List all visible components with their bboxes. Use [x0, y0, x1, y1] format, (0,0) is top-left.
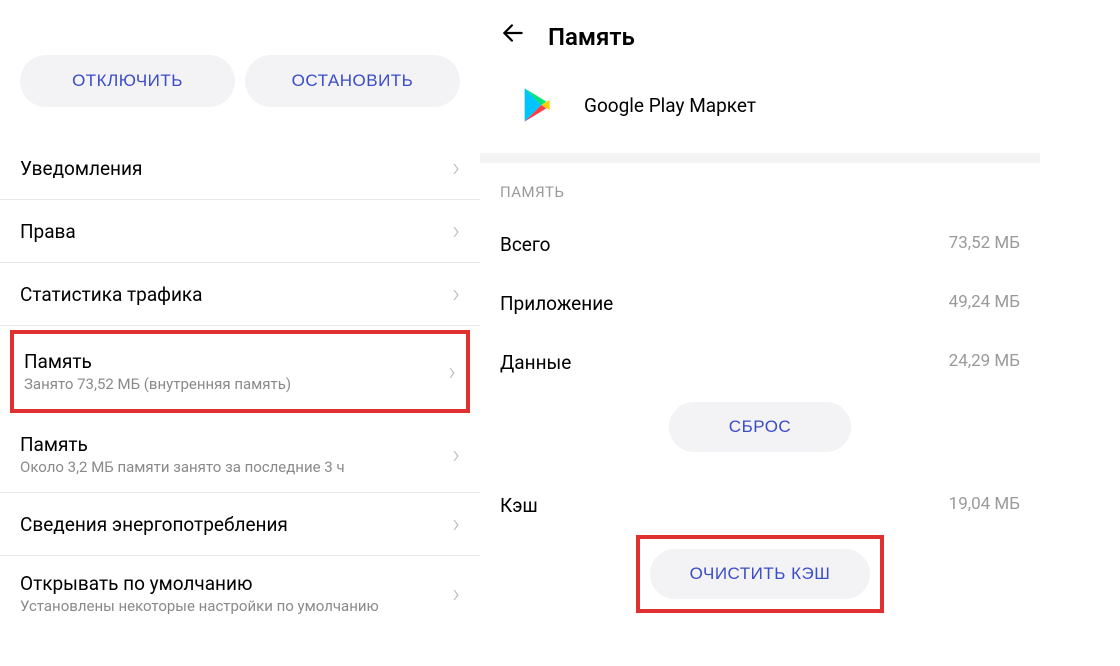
google-play-icon [518, 85, 558, 125]
data-row: Данные 24,29 МБ [500, 333, 1020, 392]
item-subtitle: Около 3,2 МБ памяти занято за последние … [20, 458, 452, 476]
reset-button[interactable]: СБРОС [669, 402, 851, 452]
app-info-panel: ОТКЛЮЧИТЬ ОСТАНОВИТЬ Уведомления › Права… [0, 0, 480, 666]
permissions-item[interactable]: Права › [0, 200, 480, 263]
row-key: Кэш [500, 494, 538, 517]
app-size-row: Приложение 49,24 МБ [500, 274, 1020, 333]
item-subtitle: Занято 73,52 МБ (внутренняя память) [24, 375, 448, 393]
reset-button-wrap: СБРОС [500, 392, 1020, 476]
item-title: Открывать по умолчанию [20, 572, 452, 595]
chevron-right-icon: › [452, 216, 460, 246]
row-value: 24,29 МБ [949, 351, 1020, 374]
disable-button[interactable]: ОТКЛЮЧИТЬ [20, 55, 235, 107]
total-row: Всего 73,52 МБ [500, 215, 1020, 274]
memory-item[interactable]: Память Около 3,2 МБ памяти занято за пос… [0, 417, 480, 493]
item-title: Память [20, 433, 452, 456]
section-divider [480, 153, 1040, 163]
item-title: Права [20, 220, 452, 243]
clear-cache-highlight: ОЧИСТИТЬ КЭШ [636, 535, 885, 613]
open-by-default-item[interactable]: Открывать по умолчанию Установлены некот… [0, 556, 480, 631]
back-arrow-icon[interactable] [500, 20, 526, 53]
stop-button[interactable]: ОСТАНОВИТЬ [245, 55, 460, 107]
section-label: ПАМЯТЬ [500, 173, 1020, 215]
page-title: Память [548, 23, 635, 51]
row-value: 19,04 МБ [949, 494, 1020, 517]
storage-item-highlight: Память Занято 73,52 МБ (внутренняя памят… [10, 330, 470, 413]
row-value: 73,52 МБ [949, 233, 1020, 256]
header-bar: Память [500, 0, 1020, 77]
app-row: Google Play Маркет [500, 77, 1020, 153]
action-buttons-row: ОТКЛЮЧИТЬ ОСТАНОВИТЬ [0, 0, 480, 137]
row-key: Приложение [500, 292, 613, 315]
row-key: Всего [500, 233, 551, 256]
item-title: Сведения энергопотребления [20, 513, 452, 536]
notifications-item[interactable]: Уведомления › [0, 137, 480, 200]
chevron-right-icon: › [448, 357, 456, 387]
storage-item[interactable]: Память Занято 73,52 МБ (внутренняя памят… [14, 334, 466, 409]
cache-row: Кэш 19,04 МБ [500, 476, 1020, 535]
item-title: Уведомления [20, 157, 452, 180]
chevron-right-icon: › [452, 440, 460, 470]
chevron-right-icon: › [452, 509, 460, 539]
chevron-right-icon: › [452, 153, 460, 183]
row-key: Данные [500, 351, 571, 374]
item-title: Память [24, 350, 448, 373]
item-title: Статистика трафика [20, 283, 452, 306]
chevron-right-icon: › [452, 579, 460, 609]
chevron-right-icon: › [452, 279, 460, 309]
clear-cache-button[interactable]: ОЧИСТИТЬ КЭШ [650, 549, 871, 599]
row-value: 49,24 МБ [949, 292, 1020, 315]
storage-detail-panel: Память Google Play Маркет ПАМЯТЬ Всего 7… [480, 0, 1040, 666]
power-usage-item[interactable]: Сведения энергопотребления › [0, 493, 480, 556]
item-subtitle: Установлены некоторые настройки по умолч… [20, 597, 452, 615]
traffic-stats-item[interactable]: Статистика трафика › [0, 263, 480, 326]
app-name-label: Google Play Маркет [584, 94, 756, 117]
